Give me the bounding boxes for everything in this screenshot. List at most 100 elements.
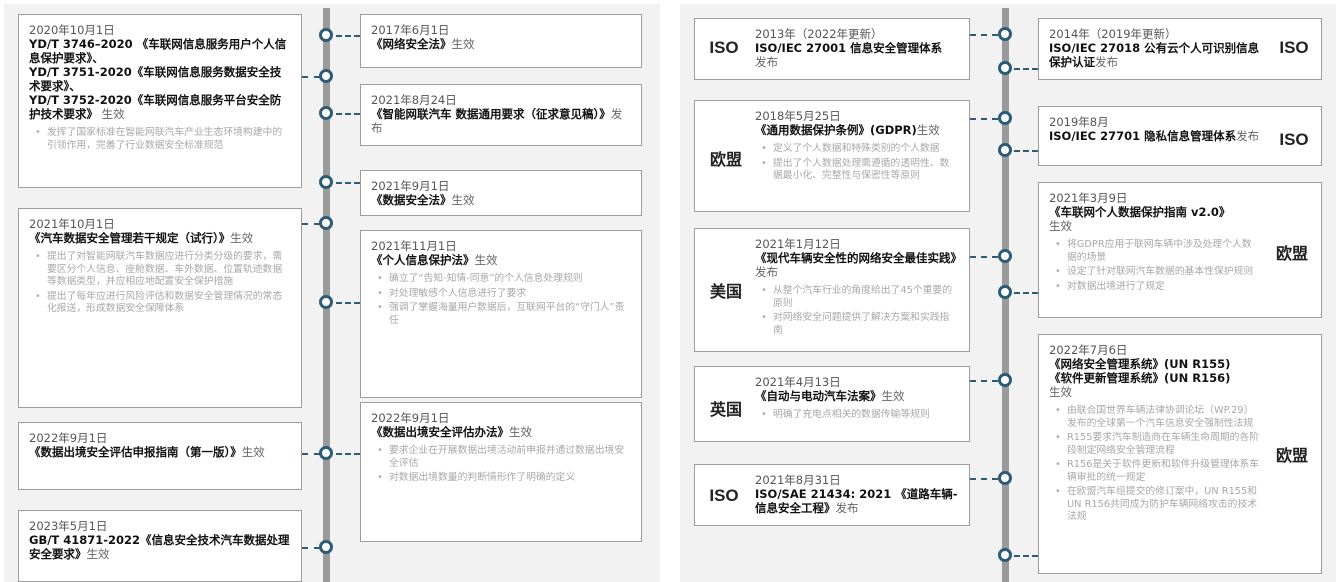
event-card: 2022年9月1日 《数据出境安全评估申报指南（第一版）》生效 <box>18 422 302 490</box>
timeline-node <box>998 61 1012 75</box>
timeline-node <box>998 285 1012 299</box>
org-tag: ISO <box>709 38 739 57</box>
connector <box>302 76 320 78</box>
event-title: 《数据出境安全评估申报指南（第一版）》生效 <box>29 445 265 459</box>
connector <box>1014 68 1038 70</box>
event-bullets: 由联合国世界车辆法律协调论坛（WP.29）发布的全球第一个汽车信息安全强制性法规… <box>1053 405 1261 524</box>
connector <box>970 34 998 36</box>
event-bullets: 要求企业在开展数据出境活动前申报并通过数据出境安全评估 对数据出境数量的判断情形… <box>375 445 631 485</box>
event-title: 《智能网联汽车 数据通用要求（征求意见稿）》发布 <box>371 107 623 135</box>
bullet-item: 要求企业在开展数据出境活动前申报并通过数据出境安全评估 <box>375 445 631 470</box>
event-date: 2021年11月1日 <box>371 239 457 253</box>
event-date: 2021年4月13日 <box>755 375 841 389</box>
timeline-node <box>998 111 1012 125</box>
event-card: 2017年6月1日 《网络安全法》生效 <box>360 14 642 68</box>
event-title: 《车联网个人数据保护指南 v2.0》 生效 <box>1049 205 1231 233</box>
event-title: ISO/SAE 21434: 2021 《道路车辆-信息安全工程》发布 <box>755 487 958 515</box>
connector <box>336 302 360 304</box>
connector <box>336 182 360 184</box>
connector <box>970 380 998 382</box>
connector <box>302 223 320 225</box>
event-date: 2021年1月12日 <box>755 237 841 251</box>
org-tag: ISO <box>1279 38 1309 57</box>
org-tag: 欧盟 <box>709 150 742 169</box>
event-date: 2022年7月6日 <box>1049 343 1128 357</box>
bullet-item: 从整个汽车行业的角度给出了45个重要的原则 <box>759 285 959 310</box>
bullet-item: 将GDPR应用于联网车辆中涉及处理个人数据的场景 <box>1053 239 1261 264</box>
bullet-item: R156是关于软件更新和软件升级管理体系车辆审批的统一规定 <box>1053 459 1261 484</box>
org-tag: ISO <box>709 486 739 505</box>
timeline-node <box>319 28 333 42</box>
connector <box>336 453 360 455</box>
event-date: 2021年3月9日 <box>1049 191 1128 205</box>
bullet-item: 在欧盟汽车组提交的修订案中，UN R155和UN R156共同成为防护车辆网络攻… <box>1053 486 1261 524</box>
bullet-item: 对数据出境数量的判断情形作了明确的定义 <box>375 472 631 485</box>
timeline-node <box>998 27 1012 41</box>
event-date: 2013年（2022年更新） <box>755 27 883 41</box>
timeline-node <box>998 249 1012 263</box>
timeline-node <box>998 373 1012 387</box>
bullet-item: 对处理敏感个人信息进行了要求 <box>375 288 631 301</box>
timeline-node <box>319 540 333 554</box>
connector <box>336 35 360 37</box>
bullet-item: 强调了掌握海量用户数据后，互联网平台的“守门人”责任 <box>375 302 631 327</box>
event-title: ISO/IEC 27701 隐私信息管理体系发布 <box>1049 129 1260 143</box>
timeline-node <box>319 175 333 189</box>
bullet-item: 明确了充电点相关的数据传输等规则 <box>759 409 959 422</box>
event-bullets: 提出了对智能网联汽车数据应进行分类分级的要求，需要区分个人信息、座舱数据、车外数… <box>33 251 291 316</box>
event-date: 2020年10月1日 <box>29 23 115 37</box>
event-date: 2021年10月1日 <box>29 217 115 231</box>
event-card: 2022年9月1日 《数据出境安全评估办法》生效 要求企业在开展数据出境活动前申… <box>360 402 642 542</box>
connector <box>302 547 320 549</box>
event-date: 2019年8月 <box>1049 115 1109 129</box>
connector <box>1014 150 1038 152</box>
org-tag: 英国 <box>709 400 742 419</box>
connector <box>970 118 998 120</box>
event-title: 《数据安全法》生效 <box>371 193 475 207</box>
event-bullets: 明确了充电点相关的数据传输等规则 <box>759 409 959 422</box>
bullet-item: 提出了个人数据处理需遵循的透明性、数据最小化、完整性与保密性等原则 <box>759 158 959 183</box>
event-date: 2014年（2019年更新） <box>1049 27 1177 41</box>
event-date: 2022年9月1日 <box>29 431 108 445</box>
timeline-node <box>998 143 1012 157</box>
event-title: 《网络安全管理系统》(UN R155) 《软件更新管理系统》(UN R156) 生… <box>1049 357 1231 399</box>
event-title: 《汽车数据安全管理若干规定（试行）》生效 <box>29 231 254 245</box>
event-card: 2020年10月1日 YD/T 3746–2020 《车联网信息服务用户个人信息… <box>18 14 302 188</box>
event-title: 《现代车辆安全性的网络安全最佳实践》发布 <box>755 251 962 279</box>
event-date: 2021年8月24日 <box>371 93 457 107</box>
connector <box>1014 555 1038 557</box>
event-date: 2021年9月1日 <box>371 179 450 193</box>
event-card: 2021年10月1日 《汽车数据安全管理若干规定（试行）》生效 提出了对智能网联… <box>18 208 302 408</box>
connector <box>336 113 360 115</box>
connector <box>970 478 998 480</box>
event-title: YD/T 3746–2020 《车联网信息服务用户个人信息保护要求》、 YD/T… <box>29 37 287 121</box>
timeline-node <box>319 295 333 309</box>
timeline-node <box>998 548 1012 562</box>
event-title: ISO/IEC 27018 公有云个人可识别信息保护认证发布 <box>1049 41 1260 69</box>
bullet-item: 发挥了国家标准在智能网联汽车产业生态环境构建中的引领作用，完善了行业数据安全标准… <box>33 127 291 152</box>
org-tag: ISO <box>1279 130 1309 149</box>
connector <box>1014 292 1038 294</box>
event-card: 2021年9月1日 《数据安全法》生效 <box>360 170 642 216</box>
connector <box>970 256 998 258</box>
timeline-node <box>319 216 333 230</box>
org-tag: 欧盟 <box>1275 244 1308 263</box>
event-date: 2023年5月1日 <box>29 519 108 533</box>
event-bullets: 定义了个人数据和特殊类别的个人数据 提出了个人数据处理需遵循的透明性、数据最小化… <box>759 143 959 183</box>
event-title: 《网络安全法》生效 <box>371 37 475 51</box>
event-card: 2021年11月1日 《个人信息保护法》生效 确立了“告知-知情-同意”的个人信… <box>360 230 642 398</box>
event-title: ISO/IEC 27001 信息安全管理体系 发布 <box>755 41 943 69</box>
bullet-item: 由联合国世界车辆法律协调论坛（WP.29）发布的全球第一个汽车信息安全强制性法规 <box>1053 405 1261 430</box>
event-card: 2021年8月24日 《智能网联汽车 数据通用要求（征求意见稿）》发布 <box>360 84 642 146</box>
event-date: 2021年8月31日 <box>755 473 841 487</box>
org-tag: 欧盟 <box>1275 446 1308 465</box>
connector <box>302 453 320 455</box>
bullet-item: 对数据出境进行了规定 <box>1053 281 1261 294</box>
bullet-item: 提出了对智能网联汽车数据应进行分类分级的要求，需要区分个人信息、座舱数据、车外数… <box>33 251 291 289</box>
bullet-item: 设定了针对联网汽车数据的基本性保护规则 <box>1053 266 1261 279</box>
timeline-node <box>319 446 333 460</box>
event-title: 《通用数据保护条例》(GDPR)生效 <box>755 123 940 137</box>
timeline-node <box>998 471 1012 485</box>
event-title: GB/T 41871-2022《信息安全技术汽车数据处理安全要求》生效 <box>29 533 290 561</box>
org-tag: 美国 <box>709 282 742 301</box>
